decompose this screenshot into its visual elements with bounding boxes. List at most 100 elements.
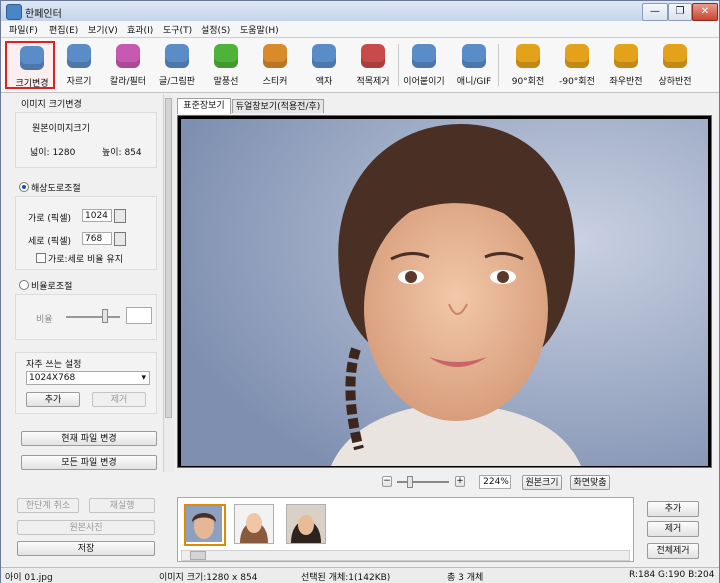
thumb-remove-all-button[interactable]: 전체제거 <box>647 543 699 559</box>
app-icon[interactable] <box>6 4 22 20</box>
height-px-label: 세로 (픽셀) <box>28 237 72 247</box>
menu-help[interactable]: 도움말(H) <box>240 23 279 36</box>
image-viewer[interactable] <box>177 115 712 468</box>
thumb-add-button[interactable]: 추가 <box>647 501 699 517</box>
thumbnail-3[interactable] <box>286 504 326 544</box>
fit-screen-button[interactable]: 화면맞춤 <box>570 475 610 490</box>
height-px-input[interactable]: 768 <box>82 232 112 245</box>
color-filter-icon <box>116 44 140 68</box>
tool-label: 90°회전 <box>511 77 545 87</box>
tool-merge[interactable]: 이어붙이기 <box>399 41 449 89</box>
tool-label: 글/그림판 <box>158 77 196 87</box>
minimize-button[interactable]: — <box>642 3 668 21</box>
ratio-input[interactable] <box>126 307 152 324</box>
favorites-add-button[interactable]: 추가 <box>26 392 80 407</box>
original-height: 높이: 854 <box>102 148 142 158</box>
tool-color-filter[interactable]: 칼라/필터 <box>103 41 153 89</box>
original-size-label: 원본이미지크기 <box>32 124 90 134</box>
zoom-level[interactable]: 224% <box>479 475 511 489</box>
app-window: 한페인터 — ❐ ✕ 파일(F) 편집(E) 보기(V) 효과(I) 도구(T)… <box>0 0 720 583</box>
menu-effect[interactable]: 효과(I) <box>127 23 153 36</box>
title-bar: 한페인터 — ❐ ✕ <box>1 1 719 22</box>
ratio-radio[interactable] <box>19 280 29 290</box>
original-photo-button[interactable]: 원본사진 <box>17 520 155 535</box>
thumbnail-strip <box>177 497 634 562</box>
tool-redeye[interactable]: 적목제거 <box>348 41 398 89</box>
menu-tools[interactable]: 도구(T) <box>163 23 192 36</box>
zoom-out-button[interactable]: − <box>382 476 392 487</box>
flip-vertical-icon <box>663 44 687 68</box>
menu-file[interactable]: 파일(F) <box>9 23 38 36</box>
scroll-thumb[interactable] <box>165 98 172 418</box>
menu-view[interactable]: 보기(V) <box>88 23 118 36</box>
zoom-slider-handle[interactable] <box>407 476 413 488</box>
thumbnail-scroll-thumb[interactable] <box>190 551 206 560</box>
menu-settings[interactable]: 설정(S) <box>201 23 230 36</box>
thumbnail-scrollbar[interactable] <box>181 550 630 561</box>
original-size-button[interactable]: 원본크기 <box>522 475 562 490</box>
save-button[interactable]: 저장 <box>17 541 155 556</box>
thumb-remove-button[interactable]: 제거 <box>647 521 699 537</box>
tool-label: 칼라/필터 <box>109 77 147 87</box>
menu-bar: 파일(F) 편집(E) 보기(V) 효과(I) 도구(T) 설정(S) 도움말(… <box>1 21 719 38</box>
change-all-files-button[interactable]: 모든 파일 변경 <box>21 455 157 470</box>
ratio-slider-track <box>66 316 120 318</box>
resolution-radio[interactable] <box>19 182 29 192</box>
tool-label: 크기변경 <box>15 79 49 89</box>
resolution-group: 가로 (픽셀) 1024 세로 (픽셀) 768 가로:세로 비율 유지 <box>15 196 157 270</box>
redo-button[interactable]: 재실행 <box>89 498 155 513</box>
ratio-slider-handle[interactable] <box>101 309 108 323</box>
tab-standard-view[interactable]: 표준장보기 <box>177 98 231 114</box>
menu-edit[interactable]: 편집(E) <box>49 23 78 36</box>
close-button[interactable]: ✕ <box>692 3 718 21</box>
tool-crop[interactable]: 자르기 <box>54 41 104 89</box>
tool-label: 자르기 <box>66 77 92 87</box>
tool-label: 스티커 <box>262 77 288 87</box>
status-filename: 아이 01.jpg <box>5 573 53 583</box>
tool-resize[interactable]: 크기변경 <box>5 41 55 89</box>
preview-photo <box>181 119 708 466</box>
undo-button[interactable]: 한단계 취소 <box>17 498 79 513</box>
frame-icon <box>312 44 336 68</box>
left-panel: 이미지 크기변경 원본이미지크기 넓이: 1280 높이: 854 해상도로조절… <box>11 94 163 472</box>
tool-text-draw[interactable]: 글/그림판 <box>152 41 202 89</box>
toolbar-separator <box>498 44 499 86</box>
width-px-input[interactable]: 1024 <box>82 209 112 222</box>
thumbnail-1[interactable] <box>184 504 226 546</box>
toolbar-separator <box>398 44 399 86</box>
tool-label: 애니/GIF <box>456 77 492 87</box>
favorites-select[interactable]: 1024X768 ▾ <box>26 371 150 385</box>
keep-ratio-checkbox[interactable] <box>36 253 46 263</box>
favorites-remove-button[interactable]: 제거 <box>92 392 146 407</box>
change-current-file-button[interactable]: 현재 파일 변경 <box>21 431 157 446</box>
redeye-icon <box>361 44 385 68</box>
thumbnail-2[interactable] <box>234 504 274 544</box>
tool-label: -90°회전 <box>559 77 595 87</box>
left-panel-scrollbar[interactable] <box>163 94 174 472</box>
tool-speech-bubble[interactable]: 말풍선 <box>201 41 251 89</box>
tool-flip-vertical[interactable]: 상하반전 <box>650 41 700 89</box>
window-title: 한페인터 <box>25 9 62 20</box>
tool-label: 적목제거 <box>356 77 390 87</box>
merge-icon <box>412 44 436 68</box>
text-draw-icon <box>165 44 189 68</box>
zoom-in-button[interactable]: + <box>455 476 465 487</box>
tab-dual-view[interactable]: 듀얼창보기(적용전/후) <box>232 99 324 113</box>
tool-label: 말풍선 <box>213 77 239 87</box>
tool-sticker[interactable]: 스티커 <box>250 41 300 89</box>
status-total: 총 3 개체 <box>447 573 484 583</box>
status-rgb: R:184 G:190 B:204 <box>629 570 715 580</box>
width-lock-icon[interactable] <box>114 209 126 223</box>
tool-frame[interactable]: 액자 <box>299 41 349 89</box>
original-size-group: 원본이미지크기 넓이: 1280 높이: 854 <box>15 112 157 168</box>
tool-flip-horizontal[interactable]: 좌우반전 <box>601 41 651 89</box>
height-lock-icon[interactable] <box>114 232 126 246</box>
rotate-ccw-icon <box>565 44 589 68</box>
maximize-button[interactable]: ❐ <box>668 3 692 21</box>
tool-rotate-ccw[interactable]: -90°회전 <box>552 41 602 89</box>
status-selected: 선택된 개체:1(142KB) <box>301 573 391 583</box>
tool-label: 좌우반전 <box>609 77 643 87</box>
original-width: 넓이: 1280 <box>30 148 76 158</box>
tool-rotate-cw[interactable]: 90°회전 <box>503 41 553 89</box>
tool-gif[interactable]: 애니/GIF <box>449 41 499 89</box>
